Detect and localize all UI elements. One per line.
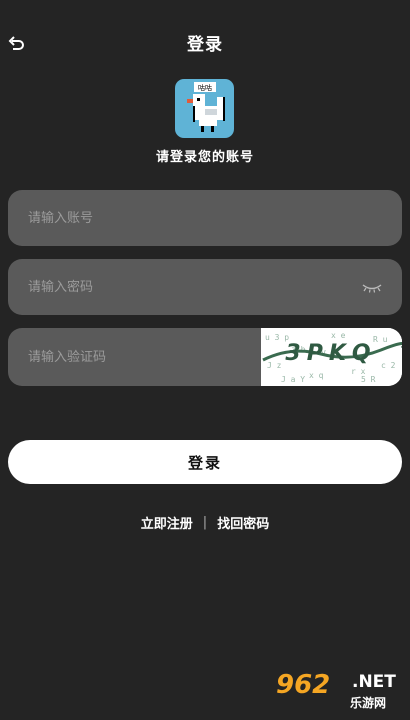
svg-text:x q: x q — [309, 371, 324, 380]
svg-text:x e: x e — [331, 331, 346, 340]
page-title: 登录 — [187, 35, 223, 55]
captcha-image[interactable]: u 3 px eR u J zx qr x c 2J a Y5 R V az b… — [261, 328, 402, 386]
password-field[interactable] — [8, 259, 402, 315]
site-watermark: 962 .NET 乐游网 — [268, 668, 406, 716]
svg-text:J a Y: J a Y — [281, 375, 305, 384]
captcha-icon: u 3 px eR u J zx qr x c 2J a Y5 R V az b… — [261, 328, 402, 386]
captcha-input[interactable] — [8, 328, 258, 386]
watermark-number: 962 — [276, 670, 331, 700]
svg-text:J z: J z — [267, 361, 282, 370]
captcha-text: 3PKQ — [285, 341, 376, 366]
link-separator: | — [202, 515, 208, 530]
account-input[interactable] — [8, 190, 402, 246]
auth-links: 立即注册 | 找回密码 — [0, 513, 410, 532]
eye-closed-icon — [362, 284, 382, 293]
password-visibility-toggle[interactable] — [360, 277, 384, 297]
header-bar: 登录 — [0, 0, 410, 86]
register-link[interactable]: 立即注册 — [141, 513, 193, 532]
forgot-password-link[interactable]: 找回密码 — [217, 513, 269, 532]
login-subtitle: 请登录您的账号 — [155, 150, 254, 165]
watermark-subtitle: 乐游网 — [350, 696, 387, 710]
login-button[interactable]: 登录 — [8, 440, 402, 484]
logo-badge-text: 咕咕 — [198, 83, 212, 92]
app-logo: 咕咕 — [175, 79, 234, 138]
account-field[interactable] — [8, 190, 402, 246]
password-input[interactable] — [8, 259, 402, 315]
svg-text:c 2: c 2 — [381, 361, 396, 370]
pixel-pigeon-icon: 咕咕 — [187, 82, 225, 132]
svg-text:5 R: 5 R — [361, 375, 376, 384]
captcha-field[interactable]: u 3 px eR u J zx qr x c 2J a Y5 R V az b… — [8, 328, 402, 386]
watermark-suffix: .NET — [352, 672, 396, 692]
